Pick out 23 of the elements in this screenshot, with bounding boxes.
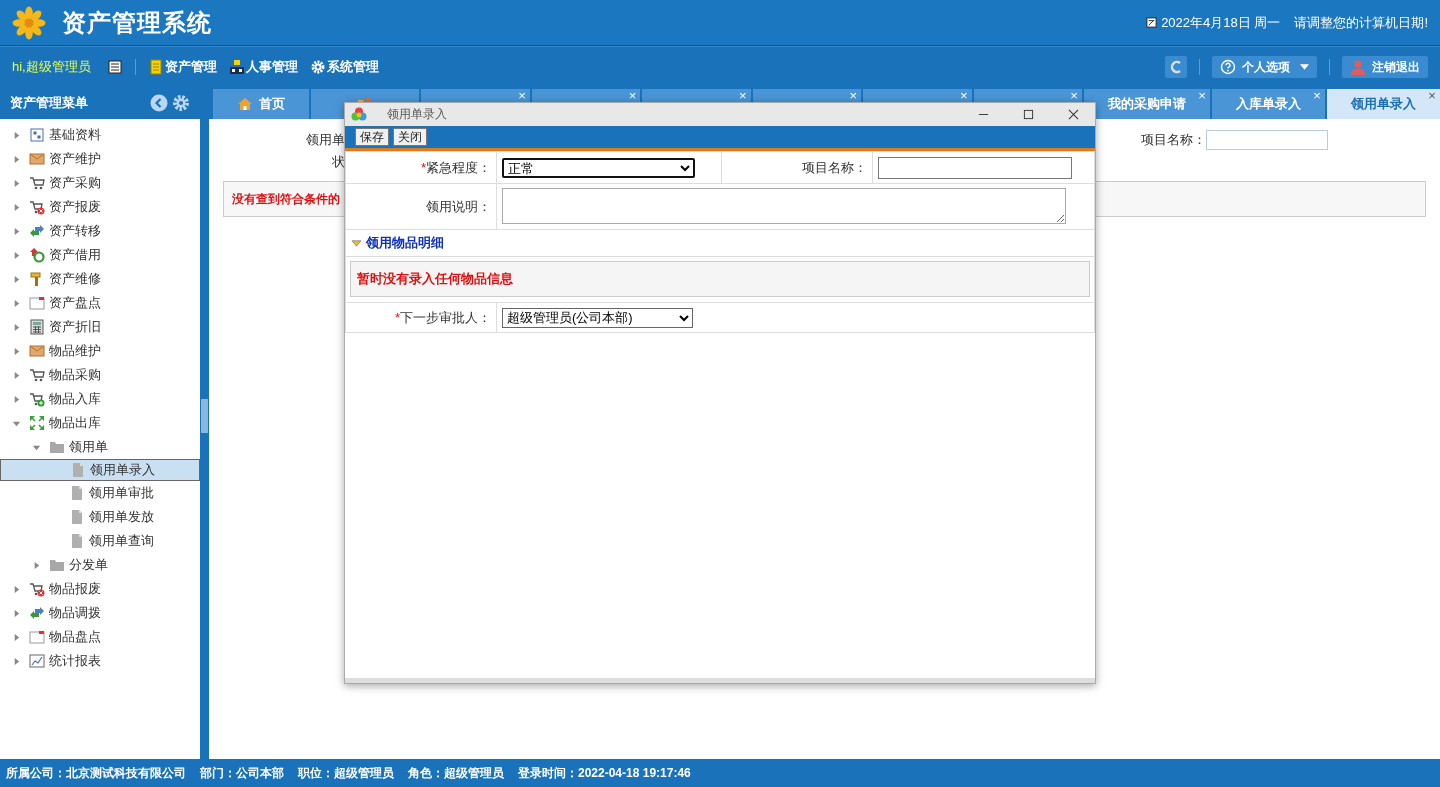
greeting-text: hi,超级管理员 (12, 58, 91, 76)
no-result-message: 没有查到符合条件的 (232, 190, 340, 208)
field-label: 下一步审批人： (400, 309, 491, 325)
field-label: 紧急程度： (426, 159, 491, 175)
status-text: 职位：超级管理员 (298, 764, 394, 782)
empty-message: 暂时没有录入任何物品信息 (357, 270, 513, 288)
field-label: 项目名称： (802, 159, 867, 175)
dialog-title: 领用单录入 (387, 106, 448, 123)
required-mark: * (420, 159, 426, 175)
section-title: 领用物品明细 (366, 234, 444, 252)
sidebar-title: 资产管理菜单 (10, 94, 89, 112)
required-mark: * (394, 309, 400, 325)
app-title: 资产管理系统 (62, 7, 212, 38)
status-text: 所属公司：北京测试科技有限公司 (6, 764, 186, 782)
field-label: 状 (331, 153, 345, 171)
field-label: 项目名称： (1141, 131, 1206, 149)
status-text: 登录时间：2022-04-18 19:17:46 (518, 764, 691, 782)
status-text: 部门：公司本部 (200, 764, 284, 782)
status-text: 角色：超级管理员 (408, 764, 504, 782)
field-label: 领用说明： (426, 198, 491, 214)
notice-text: 请调整您的计算机日期! (1294, 13, 1428, 32)
date-text: 2022年4月18日 周一 (1161, 13, 1281, 32)
field-label: 领用单 (305, 131, 345, 149)
